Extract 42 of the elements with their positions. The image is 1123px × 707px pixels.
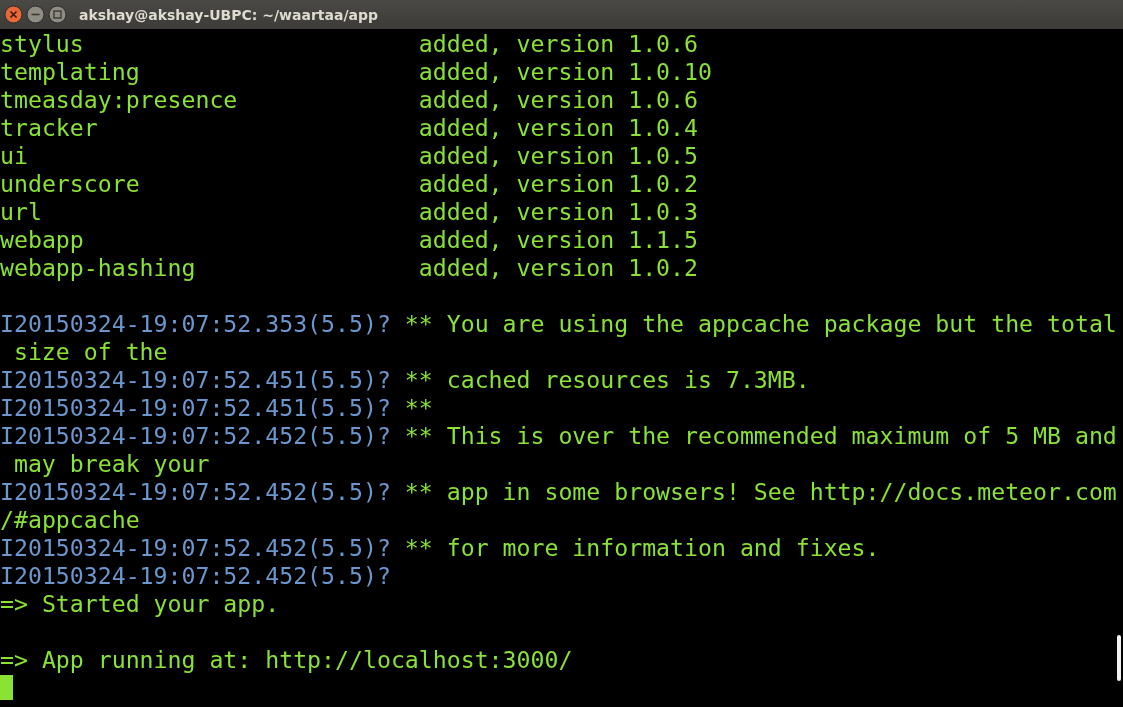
output-line: => App running at: http://localhost:3000/ <box>0 646 573 674</box>
output-line: => Started your app. <box>0 590 280 618</box>
package-name: ui <box>0 142 29 170</box>
output-line: /#appcache <box>0 506 140 534</box>
window-title: akshay@akshay-UBPC: ~/waartaa/app <box>79 6 379 23</box>
package-status: added, version 1.0.4 <box>418 114 698 142</box>
package-status: added, version 1.0.3 <box>418 198 698 226</box>
log-message: ** for more information and fixes. <box>404 534 880 562</box>
package-status: added, version 1.1.5 <box>418 226 698 254</box>
maximize-icon[interactable] <box>48 5 67 24</box>
log-message: ** cached resources is 7.3MB. <box>404 366 810 394</box>
log-message: ** <box>404 394 433 422</box>
package-name: tmeasday:presence <box>0 86 239 114</box>
log-prefix: I20150324-19:07:52.452(5.5)? <box>0 422 391 450</box>
package-status: added, version 1.0.2 <box>418 170 698 198</box>
package-name: url <box>0 198 43 226</box>
log-message: ** You are using the appcache package but the total <box>404 310 1117 338</box>
log-prefix: I20150324-19:07:52.353(5.5)? <box>0 310 391 338</box>
minimize-icon[interactable] <box>26 5 45 24</box>
scrollbar-thumb[interactable] <box>1117 635 1121 681</box>
log-prefix: I20150324-19:07:52.452(5.5)? <box>0 562 391 590</box>
log-message: ** This is over the recommended maximum of 5 MB and <box>404 422 1117 450</box>
package-name: webapp-hashing <box>0 254 197 282</box>
log-prefix: I20150324-19:07:52.452(5.5)? <box>0 478 391 506</box>
log-message: may break your <box>12 450 210 478</box>
package-name: templating <box>0 58 141 86</box>
package-name: underscore <box>0 170 141 198</box>
log-prefix: I20150324-19:07:52.451(5.5)? <box>0 394 391 422</box>
package-status: added, version 1.0.6 <box>418 86 698 114</box>
log-prefix: I20150324-19:07:52.451(5.5)? <box>0 366 391 394</box>
log-message: size of the <box>12 338 168 366</box>
package-name: stylus <box>0 30 85 58</box>
package-status: added, version 1.0.5 <box>418 142 698 170</box>
package-name: tracker <box>0 114 99 142</box>
package-name: webapp <box>0 226 85 254</box>
log-prefix: I20150324-19:07:52.452(5.5)? <box>0 534 391 562</box>
package-status: added, version 1.0.10 <box>418 58 712 86</box>
package-status: added, version 1.0.2 <box>418 254 698 282</box>
log-message: ** app in some browsers! See http://docs.meteor.com <box>404 478 1117 506</box>
package-status: added, version 1.0.6 <box>418 30 698 58</box>
text-cursor <box>0 675 13 700</box>
close-icon[interactable] <box>4 5 23 24</box>
